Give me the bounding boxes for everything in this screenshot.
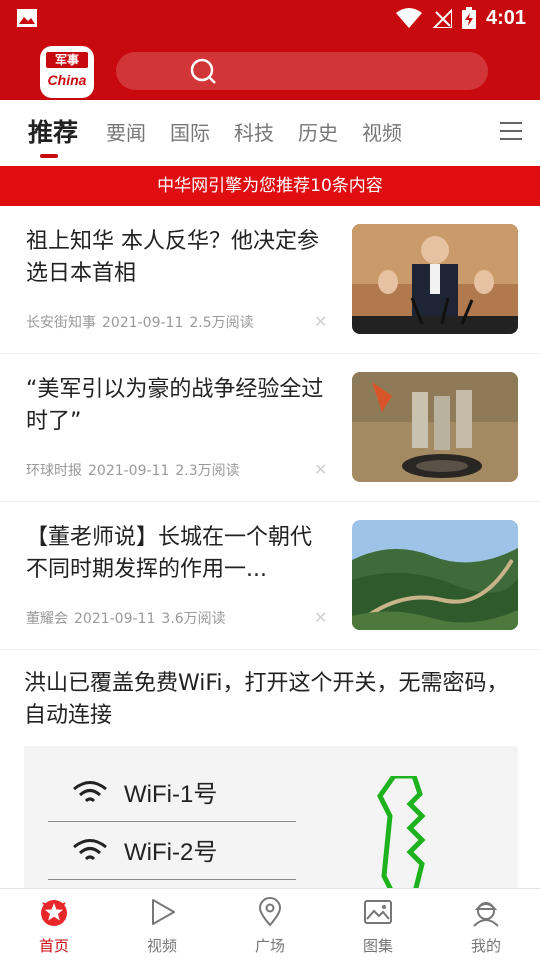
- dismiss-icon[interactable]: ✕: [314, 608, 327, 627]
- tab-international[interactable]: 国际: [170, 100, 210, 166]
- dismiss-icon[interactable]: ✕: [314, 312, 327, 331]
- wifi-icon: [73, 781, 107, 803]
- tab-news[interactable]: 要闻: [106, 100, 146, 166]
- article-title: “美军引以为豪的战争经验全过时了”: [26, 377, 324, 434]
- article-meta: 长安街知事 2021-09-11 2.5万阅读: [26, 312, 260, 332]
- battery-charging-icon: [461, 7, 476, 29]
- tab-history[interactable]: 历史: [298, 100, 338, 166]
- key-icon: [377, 776, 426, 888]
- no-signal-icon: [432, 8, 452, 28]
- article-date: 2021-09-11: [74, 611, 156, 627]
- nav-home[interactable]: 首页: [0, 889, 108, 960]
- article-thumbnail: [352, 372, 518, 482]
- nav-square[interactable]: 广场: [216, 889, 324, 960]
- soldier-avatar-icon: [473, 902, 499, 927]
- nav-label: 首页: [38, 937, 69, 955]
- article-meta: 董耀会 2021-09-11 3.6万阅读: [26, 608, 232, 628]
- tab-video[interactable]: 视频: [362, 100, 402, 166]
- article-title: 【董老师说】长城在一个朝代不同时期发挥的作用一...: [26, 525, 313, 582]
- article-reads: 2.5万阅读: [189, 315, 254, 331]
- logo-top-text: 军事: [46, 52, 88, 68]
- ad-item[interactable]: 洪山已覆盖免费WiFi，打开这个开关，无需密码，自动连接 WiFi-1号 WiF…: [0, 650, 540, 888]
- article-title: 祖上知华 本人反华？他决定参选日本首相: [26, 229, 319, 286]
- article-source: 董耀会: [26, 611, 68, 627]
- play-icon: [152, 899, 175, 925]
- list-item[interactable]: 【董老师说】长城在一个朝代不同时期发挥的作用一... 董耀会 2021-09-11…: [0, 502, 540, 650]
- news-feed: 祖上知华 本人反华？他决定参选日本首相 长安街知事 2021-09-11 2.5万阅…: [0, 206, 540, 888]
- nav-profile[interactable]: 我的: [432, 889, 540, 960]
- clock: 4:01: [485, 6, 526, 29]
- gallery-notification-icon: [17, 9, 37, 27]
- list-item[interactable]: “美军引以为豪的战争经验全过时了” 环球时报 2021-09-11 2.3万阅读 ✕: [0, 354, 540, 502]
- bottom-navigation: 首页 视频 广场 图集 我的: [0, 888, 540, 960]
- divider: [48, 821, 296, 822]
- article-date: 2021-09-11: [88, 463, 170, 479]
- search-bar[interactable]: [116, 52, 488, 90]
- nav-gallery[interactable]: 图集: [324, 889, 432, 960]
- nav-label: 图集: [362, 937, 393, 955]
- menu-icon[interactable]: [500, 122, 522, 142]
- tab-tech[interactable]: 科技: [234, 100, 274, 166]
- wifi-icon: [73, 839, 107, 861]
- nav-video[interactable]: 视频: [108, 889, 216, 960]
- article-reads: 2.3万阅读: [175, 463, 240, 479]
- location-pin-icon: [258, 897, 282, 927]
- app-header: 4:01 军事 China: [0, 0, 540, 100]
- search-icon: [190, 58, 216, 84]
- category-tabs: 推荐 要闻 国际 科技 历史 视频: [0, 100, 540, 166]
- image-icon: [364, 900, 392, 924]
- status-bar: 4:01: [0, 0, 540, 36]
- wifi-label: WiFi-2号: [124, 839, 218, 866]
- wifi-signal-icon: [395, 8, 422, 28]
- article-thumbnail: [352, 224, 518, 334]
- ad-title: 洪山已覆盖免费WiFi，打开这个开关，无需密码，自动连接: [24, 671, 509, 728]
- nav-label: 我的: [470, 937, 501, 955]
- article-date: 2021-09-11: [102, 315, 184, 331]
- home-star-icon: [41, 900, 67, 926]
- dismiss-icon[interactable]: ✕: [314, 460, 327, 479]
- app-logo[interactable]: 军事 China: [40, 46, 94, 98]
- wifi-row-2: WiFi-2号: [48, 824, 296, 880]
- nav-label: 视频: [146, 937, 177, 955]
- wifi-row-1: WiFi-1号: [48, 766, 296, 822]
- ad-image: WiFi-1号 WiFi-2号: [24, 746, 518, 888]
- list-item[interactable]: 祖上知华 本人反华？他决定参选日本首相 长安街知事 2021-09-11 2.5万阅…: [0, 206, 540, 354]
- article-reads: 3.6万阅读: [161, 611, 226, 627]
- nav-label: 广场: [254, 937, 285, 955]
- divider: [48, 879, 296, 880]
- article-source: 环球时报: [26, 463, 82, 479]
- active-tab-indicator: [40, 154, 58, 158]
- recommend-banner: 中华网引擎为您推荐10条内容: [0, 166, 540, 206]
- wifi-label: WiFi-1号: [124, 781, 218, 808]
- logo-bottom-text: China: [47, 72, 87, 88]
- article-meta: 环球时报 2021-09-11 2.3万阅读: [26, 460, 246, 480]
- article-thumbnail: [352, 520, 518, 630]
- article-source: 长安街知事: [26, 315, 96, 331]
